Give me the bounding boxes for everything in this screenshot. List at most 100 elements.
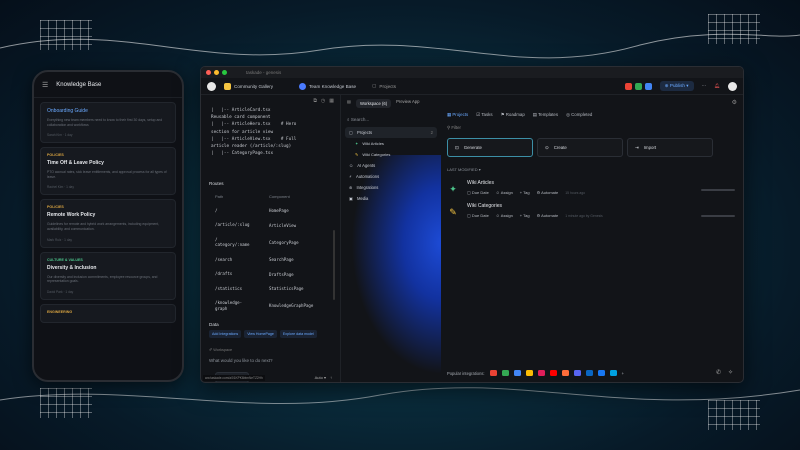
robot-icon: ☺ bbox=[349, 163, 354, 168]
automate-button[interactable]: ⚙ Automate bbox=[537, 190, 559, 195]
kb-card[interactable]: POLICIES Time Off & Leave Policy PTO acc… bbox=[40, 147, 176, 196]
grid-decoration bbox=[40, 388, 92, 418]
folder-icon: ▢ bbox=[349, 130, 353, 135]
kb-card-meta: Sarah Kim · 1 day bbox=[47, 133, 73, 138]
tab-tasks[interactable]: ☑ Tasks bbox=[476, 112, 492, 118]
popular-integrations: Popular integrations: + bbox=[447, 370, 624, 376]
explore-data-model-button[interactable]: Explore data model bbox=[279, 329, 317, 338]
drive-icon[interactable] bbox=[525, 370, 533, 376]
hubspot-icon[interactable] bbox=[561, 370, 569, 376]
tab-roadmap[interactable]: ⚑ Roadmap bbox=[501, 112, 525, 118]
history-icon[interactable]: ◷ bbox=[321, 98, 325, 104]
kb-card-tag: POLICIES bbox=[47, 153, 64, 158]
table-row: / HomePage bbox=[215, 207, 289, 214]
user-avatar[interactable] bbox=[728, 81, 737, 91]
publish-button[interactable]: ⊕ Publish ▾ bbox=[659, 81, 694, 91]
due-date-button[interactable]: ▢ Due Date bbox=[467, 213, 489, 218]
import-button[interactable]: ⇥ Import bbox=[627, 138, 713, 157]
window-title: taskade - genesis bbox=[246, 70, 282, 75]
sparkle-icon[interactable]: ✧ bbox=[728, 369, 733, 376]
scrollbar[interactable] bbox=[333, 230, 335, 300]
wiki-categories-icon: ✎ bbox=[355, 152, 359, 157]
kb-card-title: Onboarding Guide bbox=[47, 108, 88, 114]
kb-card[interactable]: POLICIES Remote Work Policy Guidelines f… bbox=[40, 199, 176, 248]
send-icon[interactable]: ↑ bbox=[330, 375, 332, 380]
last-modified-time: 15 hours ago bbox=[565, 190, 586, 195]
status-url: ww.taskade.com/a/01KPK6btmNeTZ2Hh bbox=[203, 375, 265, 381]
list-item[interactable]: ✎ Wiki Categories ▢ Due Date ☺ Assign + … bbox=[447, 203, 737, 218]
copy-icon[interactable]: ⧉ bbox=[313, 98, 317, 104]
sidebar-item-media[interactable]: ▣ Media bbox=[341, 193, 441, 204]
wiki-articles-icon: ✦ bbox=[355, 141, 359, 146]
kb-card[interactable]: CULTURE & VALUES Diversity & Inclusion O… bbox=[40, 251, 176, 300]
salesforce-icon[interactable] bbox=[609, 370, 617, 376]
calendar-icon[interactable] bbox=[513, 370, 521, 376]
sidebar-item-automations[interactable]: ⚡︎ Automations bbox=[341, 171, 441, 182]
tab-preview-app[interactable]: Preview App bbox=[396, 99, 419, 108]
search-input[interactable]: ⌕ Search... bbox=[347, 116, 435, 123]
phone-icon[interactable]: ✆ bbox=[716, 369, 721, 376]
maximize-window-button[interactable] bbox=[222, 70, 227, 75]
close-window-button[interactable] bbox=[206, 70, 211, 75]
facebook-icon[interactable] bbox=[597, 370, 605, 376]
youtube-icon[interactable] bbox=[549, 370, 557, 376]
more-integrations-icon[interactable]: + bbox=[622, 371, 624, 376]
add-integrations-button[interactable]: Add Integrations bbox=[209, 329, 242, 338]
tab-workspace[interactable]: Workspace (6) bbox=[355, 99, 392, 108]
project-title: Wiki Categories bbox=[467, 203, 503, 209]
workspace-sidebar: ▤ Workspace (6) Preview App ⌕ Search... … bbox=[341, 95, 441, 382]
menu-icon[interactable]: ☰ bbox=[42, 81, 48, 89]
layout-icon[interactable]: ▦ bbox=[329, 98, 334, 104]
tab-projects[interactable]: ▢ Projects bbox=[372, 83, 396, 89]
view-homepage-button[interactable]: View HomePage bbox=[244, 329, 277, 338]
sidebar-item-ai-agents[interactable]: ☺ AI Agents bbox=[341, 160, 441, 171]
gmail-icon[interactable] bbox=[489, 370, 497, 376]
filter-button[interactable]: ⚲ Filter bbox=[447, 125, 737, 131]
gallery-icon bbox=[224, 82, 231, 90]
kb-card[interactable]: ENGINEERING bbox=[40, 303, 176, 323]
minimize-window-button[interactable] bbox=[214, 70, 219, 75]
create-icon: ⊙ bbox=[545, 144, 549, 150]
slack-icon[interactable] bbox=[537, 370, 545, 376]
assign-button[interactable]: ☺ Assign bbox=[496, 213, 513, 218]
kb-card-tag: POLICIES bbox=[47, 205, 64, 210]
sheets-icon[interactable] bbox=[501, 370, 509, 376]
auto-mode-select[interactable]: Auto ▾ bbox=[315, 375, 326, 380]
sort-last-modified[interactable]: LAST MODIFIED ▾ bbox=[447, 167, 737, 172]
linkedin-icon[interactable] bbox=[585, 370, 593, 376]
sidebar-item-projects[interactable]: ▢ Projects 2 bbox=[345, 127, 437, 138]
generate-button[interactable]: ⊡ Generate bbox=[447, 138, 533, 157]
sidebar-item-integrations[interactable]: ⊛ Integrations bbox=[341, 182, 441, 193]
tab-templates[interactable]: ▤ Templates bbox=[533, 112, 558, 118]
tab-community-gallery[interactable]: Community Gallery bbox=[224, 82, 273, 90]
progress-placeholder bbox=[701, 189, 735, 191]
integration-icons bbox=[624, 82, 652, 90]
tab-team-knowledge-base[interactable]: Team Knowledge Base bbox=[299, 82, 356, 90]
automate-button[interactable]: ⚙ Automate bbox=[537, 213, 559, 218]
kb-card[interactable]: Onboarding Guide Everything new team mem… bbox=[40, 102, 176, 144]
workspace-label: ✐ Workspace bbox=[209, 347, 233, 352]
sidebar-item-wiki-articles[interactable]: ✦ Wiki Articles bbox=[341, 138, 441, 149]
table-row: /drafts DraftsPage bbox=[215, 271, 294, 277]
discord-icon[interactable] bbox=[573, 370, 581, 376]
more-icon[interactable]: ⋯ bbox=[702, 83, 707, 89]
list-item[interactable]: ✦ Wiki Articles ▢ Due Date ☺ Assign + Ta… bbox=[447, 180, 737, 195]
tab-completed[interactable]: ◎ Completed bbox=[566, 112, 592, 118]
sidebar-toggle-icon[interactable]: ▤ bbox=[347, 99, 351, 108]
notification-bell-icon[interactable]: 🔔︎ bbox=[714, 83, 720, 89]
workspace-avatar[interactable] bbox=[207, 81, 216, 91]
sidebar-item-wiki-categories[interactable]: ✎ Wiki Categories bbox=[341, 149, 441, 160]
title-bar: taskade - genesis bbox=[201, 67, 743, 78]
progress-placeholder bbox=[701, 215, 735, 217]
gear-icon[interactable]: ⚙ bbox=[732, 99, 737, 106]
tag-button[interactable]: + Tag bbox=[520, 190, 530, 195]
assign-button[interactable]: ☺ Assign bbox=[496, 190, 513, 195]
table-row: /article/:slug ArticleView bbox=[215, 222, 297, 228]
last-modified-time: 1 minute ago by Genesis bbox=[565, 213, 603, 218]
due-date-button[interactable]: ▢ Due Date bbox=[467, 190, 489, 195]
kb-card-meta: Mark Ruiz · 1 day bbox=[47, 237, 72, 242]
create-button[interactable]: ⊙ Create bbox=[537, 138, 623, 157]
tab-projects-view[interactable]: ▦ Projects bbox=[447, 112, 468, 118]
prompt-input[interactable]: What would you like to do next? bbox=[201, 355, 340, 366]
tag-button[interactable]: + Tag bbox=[520, 213, 530, 218]
